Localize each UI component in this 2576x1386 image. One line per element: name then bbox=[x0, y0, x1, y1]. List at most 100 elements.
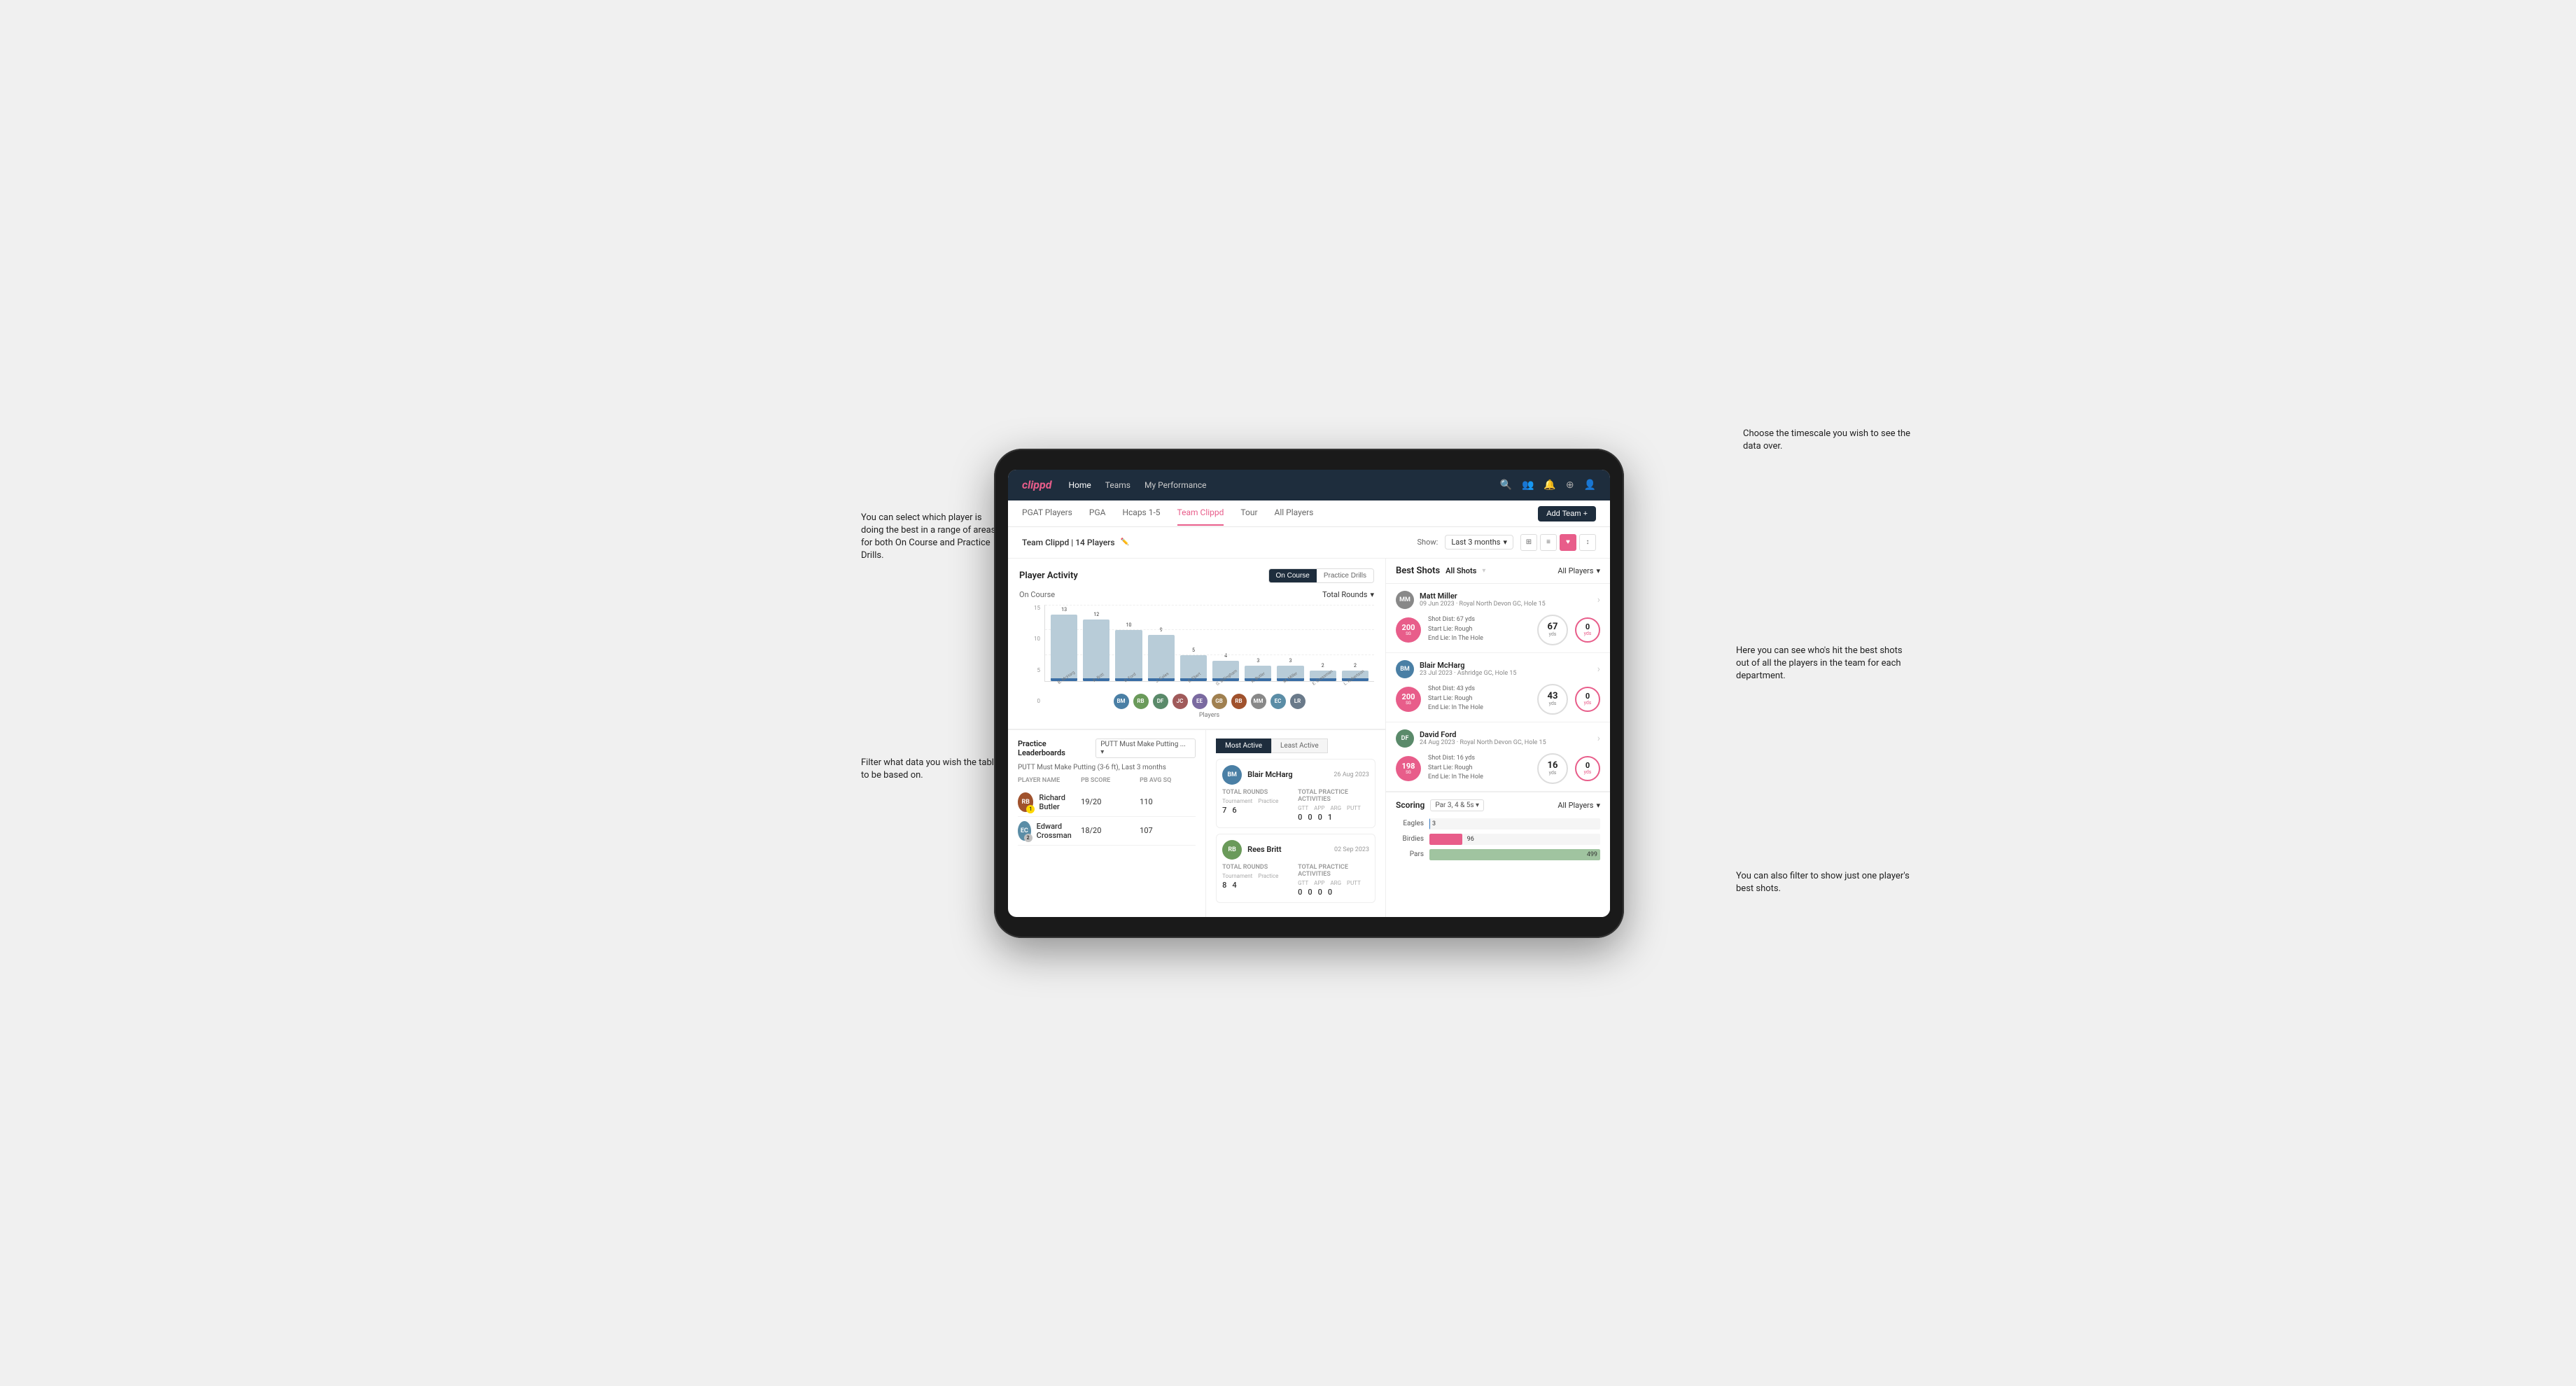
zero-badge-0: 0 yds bbox=[1575, 617, 1600, 643]
app-label-1: APP bbox=[1314, 880, 1324, 886]
shot-avatar-2: DF bbox=[1396, 729, 1414, 748]
all-shots-tab[interactable]: All Shots bbox=[1446, 566, 1476, 575]
avatar-jcoles: JC bbox=[1172, 694, 1188, 709]
activity-title: Player Activity bbox=[1019, 570, 1078, 581]
subnav-pgat[interactable]: PGAT Players bbox=[1022, 500, 1072, 526]
subnav-tour[interactable]: Tour bbox=[1240, 500, 1257, 526]
avatar-mmiller: MM bbox=[1251, 694, 1266, 709]
shot-avatar-0: MM bbox=[1396, 591, 1414, 609]
shot-card-header-0: MM Matt Miller 09 Jun 2023 · Royal North… bbox=[1396, 591, 1600, 609]
shots-tab-group: All Shots ▾ bbox=[1446, 566, 1485, 575]
bell-icon[interactable]: 🔔 bbox=[1544, 479, 1555, 491]
zero-badge-2: 0 yds bbox=[1575, 756, 1600, 781]
avatar-bmcharg: BM bbox=[1114, 694, 1129, 709]
leaderboard-filter[interactable]: PUTT Must Make Putting ... ▾ bbox=[1096, 738, 1196, 758]
nav-my-performance[interactable]: My Performance bbox=[1144, 477, 1207, 493]
shot-player-info-2: David Ford 24 Aug 2023 · Royal North Dev… bbox=[1420, 730, 1592, 746]
bars-container: 13 12 10 bbox=[1044, 605, 1374, 682]
bar-chart-area: 15 10 5 0 bbox=[1019, 605, 1374, 719]
active-player-date-1: 02 Sep 2023 bbox=[1334, 846, 1369, 853]
chart-filter-dropdown[interactable]: Total Rounds ▾ bbox=[1322, 590, 1374, 599]
search-icon[interactable]: 🔍 bbox=[1500, 479, 1512, 491]
scoring-header: Scoring Par 3, 4 & 5s ▾ All Players ▾ bbox=[1396, 799, 1600, 811]
bar-value-9: 2 bbox=[1354, 663, 1357, 668]
bar-names-row: B. McHarg R. Britt D. Ford J. Coles E. E… bbox=[1044, 683, 1374, 688]
practice-val-0: 6 bbox=[1232, 806, 1236, 815]
active-avatar-0: BM bbox=[1222, 765, 1242, 785]
grid-view-btn[interactable]: ⊞ bbox=[1520, 534, 1537, 551]
scoring-bar-wrap-eagles: 3 bbox=[1429, 818, 1600, 830]
avatar-rbritt: RB bbox=[1133, 694, 1149, 709]
grid-line-top bbox=[1045, 605, 1374, 606]
rank-badge-silver: 2 bbox=[1024, 834, 1032, 842]
least-active-tab[interactable]: Least Active bbox=[1271, 738, 1328, 753]
putt-val-0: 1 bbox=[1328, 813, 1332, 822]
add-team-button[interactable]: Add Team + bbox=[1538, 506, 1596, 522]
bar-value-0: 13 bbox=[1061, 607, 1067, 612]
scoring-bar-wrap-birdies: 96 bbox=[1429, 834, 1600, 845]
chevron-right-icon-0: › bbox=[1597, 594, 1600, 606]
arg-label-1: ARG bbox=[1330, 880, 1341, 886]
scoring-row-pars: Pars 499 bbox=[1396, 849, 1600, 860]
subnav-hcaps[interactable]: Hcaps 1-5 bbox=[1122, 500, 1160, 526]
practice-drills-toggle[interactable]: Practice Drills bbox=[1317, 569, 1373, 582]
scoring-section: Scoring Par 3, 4 & 5s ▾ All Players ▾ bbox=[1386, 792, 1610, 867]
stat-practice-1: Total Practice Activities GTT APP ARG PU… bbox=[1298, 864, 1369, 897]
y-label-10: 10 bbox=[1034, 636, 1040, 642]
shot-detail-text-1: Shot Dist: 43 yds Start Lie: Rough End L… bbox=[1428, 685, 1530, 713]
top-nav: clippd Home Teams My Performance 🔍 👥 🔔 ⊕… bbox=[1008, 470, 1610, 500]
tournament-label-0: Tournament bbox=[1222, 798, 1252, 804]
shot-card-2[interactable]: DF David Ford 24 Aug 2023 · Royal North … bbox=[1386, 722, 1610, 792]
stat-rounds-values-0: 7 6 bbox=[1222, 806, 1294, 815]
list-view-btn[interactable]: ≡ bbox=[1540, 534, 1557, 551]
leaderboard-subtitle: PUTT Must Make Putting (3-6 ft), Last 3 … bbox=[1018, 764, 1196, 771]
shot-player-details-1: 23 Jul 2023 · Ashridge GC, Hole 15 bbox=[1420, 670, 1592, 677]
stats-grid-1: Total Rounds Tournament Practice 8 4 bbox=[1222, 864, 1369, 897]
edit-icon[interactable]: ✏️ bbox=[1121, 538, 1129, 546]
nav-teams[interactable]: Teams bbox=[1105, 477, 1130, 493]
putt-val-1: 0 bbox=[1328, 888, 1332, 897]
avatar-ecrossman: EC bbox=[1270, 694, 1286, 709]
pb-avg-edward: 107 bbox=[1140, 826, 1196, 835]
on-course-toggle[interactable]: On Course bbox=[1269, 569, 1317, 582]
scoring-all-players[interactable]: All Players ▾ bbox=[1558, 801, 1600, 810]
all-players-filter[interactable]: All Players ▾ bbox=[1558, 566, 1600, 575]
shot-player-details-2: 24 Aug 2023 · Royal North Devon GC, Hole… bbox=[1420, 739, 1592, 746]
shot-detail-text-2: Shot Dist: 16 yds Start Lie: Rough End L… bbox=[1428, 754, 1530, 783]
people-icon[interactable]: 👥 bbox=[1522, 479, 1534, 491]
time-filter-dropdown[interactable]: Last 3 months ▾ bbox=[1445, 535, 1513, 550]
heart-view-btn[interactable]: ♥ bbox=[1560, 534, 1576, 551]
pb-avg-richard: 110 bbox=[1140, 797, 1196, 806]
avatar-dford: DF bbox=[1153, 694, 1168, 709]
annotation-player-select: You can select which player is doing the… bbox=[861, 512, 1001, 563]
subnav-all-players[interactable]: All Players bbox=[1275, 500, 1314, 526]
shot-card-1[interactable]: BM Blair McHarg 23 Jul 2023 · Ashridge G… bbox=[1386, 653, 1610, 722]
stat-rounds-1: Total Rounds Tournament Practice 8 4 bbox=[1222, 864, 1294, 897]
avatar-eebert: EE bbox=[1192, 694, 1208, 709]
shot-badge-1: 200 SG bbox=[1396, 687, 1421, 712]
tournament-val-1: 8 bbox=[1222, 881, 1226, 890]
nav-home[interactable]: Home bbox=[1069, 477, 1091, 493]
shot-stats-1: 200 SG Shot Dist: 43 yds Start Lie: Roug… bbox=[1396, 684, 1600, 715]
most-active-tab[interactable]: Most Active bbox=[1216, 738, 1271, 753]
bar-value-1: 12 bbox=[1093, 612, 1099, 617]
view-icons: ⊞ ≡ ♥ ↕ bbox=[1520, 534, 1596, 551]
gtt-val-1: 0 bbox=[1298, 888, 1302, 897]
profile-icon[interactable]: 👤 bbox=[1584, 479, 1596, 491]
scoring-filter[interactable]: Par 3, 4 & 5s ▾ bbox=[1430, 799, 1484, 811]
gtt-label-0: GTT bbox=[1298, 805, 1308, 811]
sort-view-btn[interactable]: ↕ bbox=[1579, 534, 1596, 551]
putt-label-1: PUTT bbox=[1347, 880, 1361, 886]
stat-rounds-title-0: Total Rounds bbox=[1222, 789, 1294, 796]
shot-player-info-0: Matt Miller 09 Jun 2023 · Royal North De… bbox=[1420, 592, 1592, 608]
bar-value-8: 2 bbox=[1322, 663, 1324, 668]
subnav-pga[interactable]: PGA bbox=[1089, 500, 1106, 526]
app-val-0: 0 bbox=[1308, 813, 1312, 822]
active-player-date-0: 26 Aug 2023 bbox=[1334, 771, 1369, 778]
shot-card-header-1: BM Blair McHarg 23 Jul 2023 · Ashridge G… bbox=[1396, 660, 1600, 678]
scoring-val-pars: 499 bbox=[1587, 851, 1597, 858]
subnav-team-clippd[interactable]: Team Clippd bbox=[1177, 500, 1224, 526]
active-avatar-1: RB bbox=[1222, 840, 1242, 860]
add-circle-icon[interactable]: ⊕ bbox=[1566, 479, 1574, 491]
shot-card-0[interactable]: MM Matt Miller 09 Jun 2023 · Royal North… bbox=[1386, 584, 1610, 653]
